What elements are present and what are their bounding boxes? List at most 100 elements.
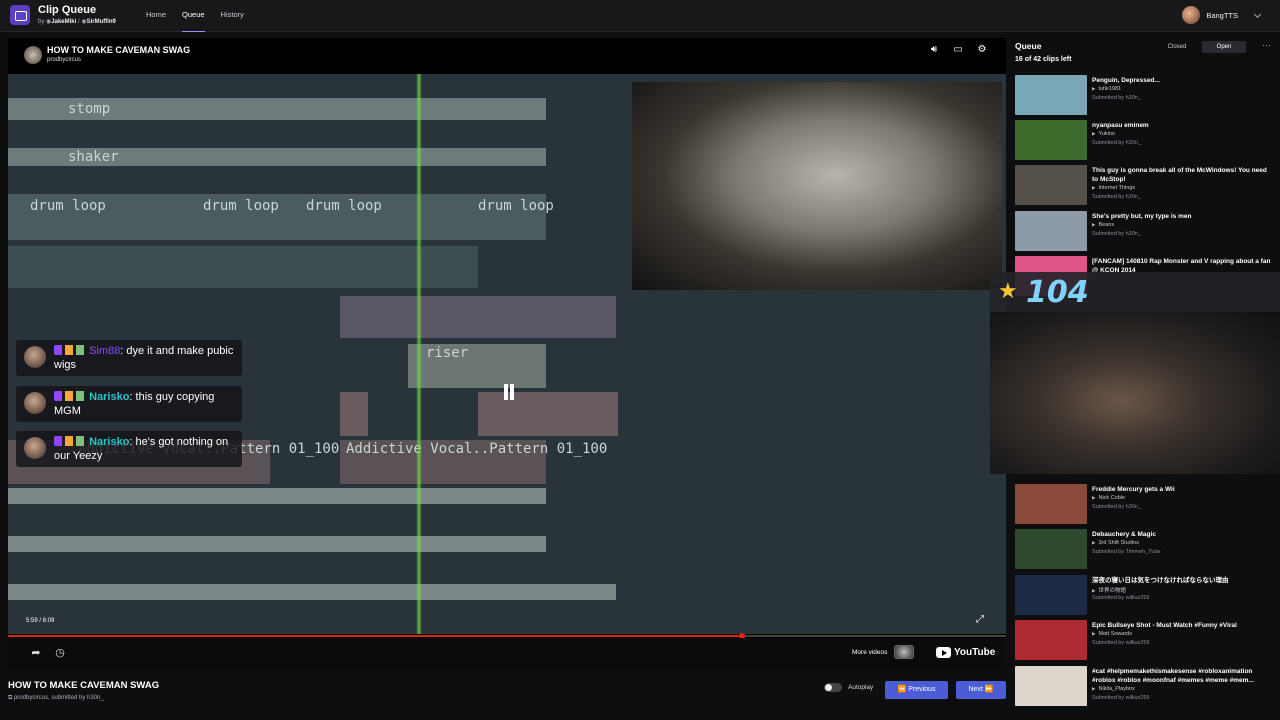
queue-item-submitter: Submitted by h30n_ (1092, 194, 1141, 200)
queue-item[interactable]: #cat #helpmemakethismakesense #robloxani… (1015, 666, 1277, 708)
daw-clip-label: drum loop (478, 198, 554, 214)
avatar[interactable] (1182, 6, 1201, 24)
player-header: HOW TO MAKE CAVEMAN SWAG prodbycircus 🔊︎… (8, 38, 1006, 66)
app-logo-icon[interactable] (10, 5, 30, 25)
queue-item[interactable]: This guy is gonna break all of the McWin… (1015, 165, 1277, 207)
control-bar: ➦ ◷ More videos YouTube (8, 638, 1006, 668)
queue-item-submitter: Submitted by h30n_ (1092, 504, 1141, 510)
daw-lane (478, 392, 618, 436)
queue-item[interactable]: Penguin, Depressed... tutle1981 Submitted … (1015, 75, 1277, 117)
queue-item-submitter: Submitted by willius259 (1092, 640, 1150, 646)
youtube-icon (936, 647, 951, 658)
watch-later-icon[interactable]: ◷ (53, 646, 67, 660)
video-time: 5:59 / 8:09 (26, 618, 55, 624)
clip-info: HOW TO MAKE CAVEMAN SWAG ⧉ prodbycircus,… (8, 680, 159, 702)
queue-item-channel: 世界の物語 (1092, 586, 1126, 594)
volume-icon[interactable]: 🔊︎ (928, 44, 940, 56)
share-icon[interactable]: ➦ (29, 646, 43, 660)
queue-item-title: This guy is gonna break all of the McWin… (1092, 167, 1267, 183)
queue-item-title: Debauchery & Magic (1092, 531, 1156, 538)
queue-item-title: Epic Bullseye Shot - Must Watch #Funny #… (1092, 622, 1237, 629)
daw-clip-label: drum loop (30, 198, 106, 214)
queue-item[interactable]: nyanpasu eminem Yukino Submitted by h30n_ (1015, 120, 1277, 162)
queue-item-submitter: Submitted by h30n_ (1092, 231, 1141, 237)
queue-item-title: She's pretty but, my type is men (1092, 213, 1192, 220)
daw-lane (8, 246, 478, 288)
daw-clip-label: drum loop (306, 198, 382, 214)
daw-playhead (416, 74, 422, 634)
pause-icon[interactable] (502, 384, 516, 400)
more-options-icon[interactable]: ⋯ (1262, 40, 1271, 51)
queue-item-submitter: Submitted by Timmeh_Tube (1092, 549, 1161, 555)
clip-meta: ⧉ prodbycircus, submitted by h30n_ (8, 695, 104, 701)
queue-thumbnail[interactable] (1015, 75, 1087, 115)
settings-icon[interactable]: ⚙ (976, 44, 988, 56)
queue-thumbnail[interactable] (1015, 120, 1087, 160)
chat-nick: Sim88 (89, 345, 121, 357)
author-link-1[interactable]: JakeMiki (51, 19, 76, 25)
queue-item[interactable]: Epic Bullseye Shot - Must Watch #Funny #… (1015, 620, 1277, 662)
avatar (24, 392, 46, 414)
video-title[interactable]: HOW TO MAKE CAVEMAN SWAG (47, 45, 190, 55)
progress-bar[interactable] (8, 633, 1006, 639)
queue-thumbnail[interactable] (1015, 211, 1087, 251)
queue-item-submitter: Submitted by willius259 (1092, 695, 1150, 701)
nav-queue[interactable]: Queue (182, 0, 205, 32)
queue-thumbnail[interactable] (1015, 484, 1087, 524)
nav-home[interactable]: Home (146, 0, 166, 32)
previous-button[interactable]: ⏪ Previous (885, 681, 948, 699)
queue-thumbnail[interactable] (1015, 666, 1087, 706)
more-videos-thumbnail[interactable] (894, 645, 914, 659)
next-button[interactable]: Next ⏩ (956, 681, 1006, 699)
autoplay-toggle[interactable]: Autoplay (824, 683, 873, 692)
queue-item-channel: 3rd Shift Studios (1092, 540, 1138, 546)
webcam-overlay-streamer (990, 312, 1280, 474)
youtube-logo[interactable]: YouTube (936, 647, 995, 658)
queue-item-submitter: Submitted by willius259 (1092, 595, 1150, 601)
star-counter-overlay: ★ 104 (990, 272, 1280, 312)
captions-icon[interactable]: ▭ (952, 44, 964, 56)
daw-clip-label: drum loop (203, 198, 279, 214)
queue-thumbnail[interactable] (1015, 165, 1087, 205)
queue-item[interactable]: She's pretty but, my type is men Beans Sub… (1015, 211, 1277, 253)
queue-item-channel: tutle1981 (1092, 86, 1121, 92)
tab-open[interactable]: Open (1202, 41, 1246, 53)
queue-item-title: #cat #helpmemakethismakesense #robloxani… (1092, 668, 1254, 684)
author-link-2[interactable]: SirMuffin9 (87, 19, 116, 25)
toggle-switch[interactable] (824, 683, 842, 692)
queue-item[interactable]: Debauchery & Magic 3rd Shift Studios Submi… (1015, 529, 1277, 571)
chat-message: Narisko: he's got nothing on our Yeezy (16, 431, 242, 467)
video-channel[interactable]: prodbycircus (47, 57, 81, 63)
user-menu[interactable]: BangTTS (1182, 6, 1238, 24)
queue-item-channel: Nikita_Playbox (1092, 686, 1134, 692)
queue-item-channel: Internet Things (1092, 185, 1135, 191)
daw-clip-label: shaker (68, 149, 119, 165)
chat-message: Narisko: this guy copying MGM (16, 386, 242, 422)
star-icon: ★ (998, 278, 1018, 303)
tab-closed[interactable]: Closed (1155, 41, 1199, 53)
queue-thumbnail[interactable] (1015, 620, 1087, 660)
webcam-overlay-top (632, 82, 1002, 290)
daw-lane (340, 296, 616, 338)
queue-item-channel: Nick Coble (1092, 495, 1125, 501)
main-nav: Home Queue History (146, 0, 244, 32)
more-videos-label[interactable]: More videos (852, 649, 887, 656)
queue-thumbnail[interactable] (1015, 529, 1087, 569)
queue-item-submitter: Submitted by h30n_ (1092, 95, 1141, 101)
badge-icons (54, 391, 86, 401)
clip-submitter: h30n_ (87, 695, 104, 701)
queue-item-channel: Matt Sowards (1092, 631, 1132, 637)
clip-channel[interactable]: prodbycircus (14, 695, 48, 701)
chevron-down-icon[interactable] (1253, 10, 1262, 19)
queue-thumbnail[interactable] (1015, 575, 1087, 615)
daw-clip-label: Addictive Vocal..Pattern 01_100 (346, 441, 608, 457)
video-player[interactable]: stomp shaker drum loop drum loop drum lo… (8, 38, 1006, 668)
nav-history[interactable]: History (221, 0, 244, 32)
queue-item[interactable]: Freddie Mercury gets a Wii Nick Coble Subm… (1015, 484, 1277, 526)
queue-item[interactable]: 深夜の寝い日は気をつけなければならない理由世界の物語Submitted by w… (1015, 575, 1277, 617)
fullscreen-icon[interactable]: ⤢ (976, 614, 988, 626)
progress-fill (8, 635, 742, 637)
chat-message: Sim88: dye it and make pubic wigs (16, 340, 242, 376)
channel-avatar[interactable] (24, 46, 42, 64)
daw-clip-label: riser (426, 345, 469, 361)
